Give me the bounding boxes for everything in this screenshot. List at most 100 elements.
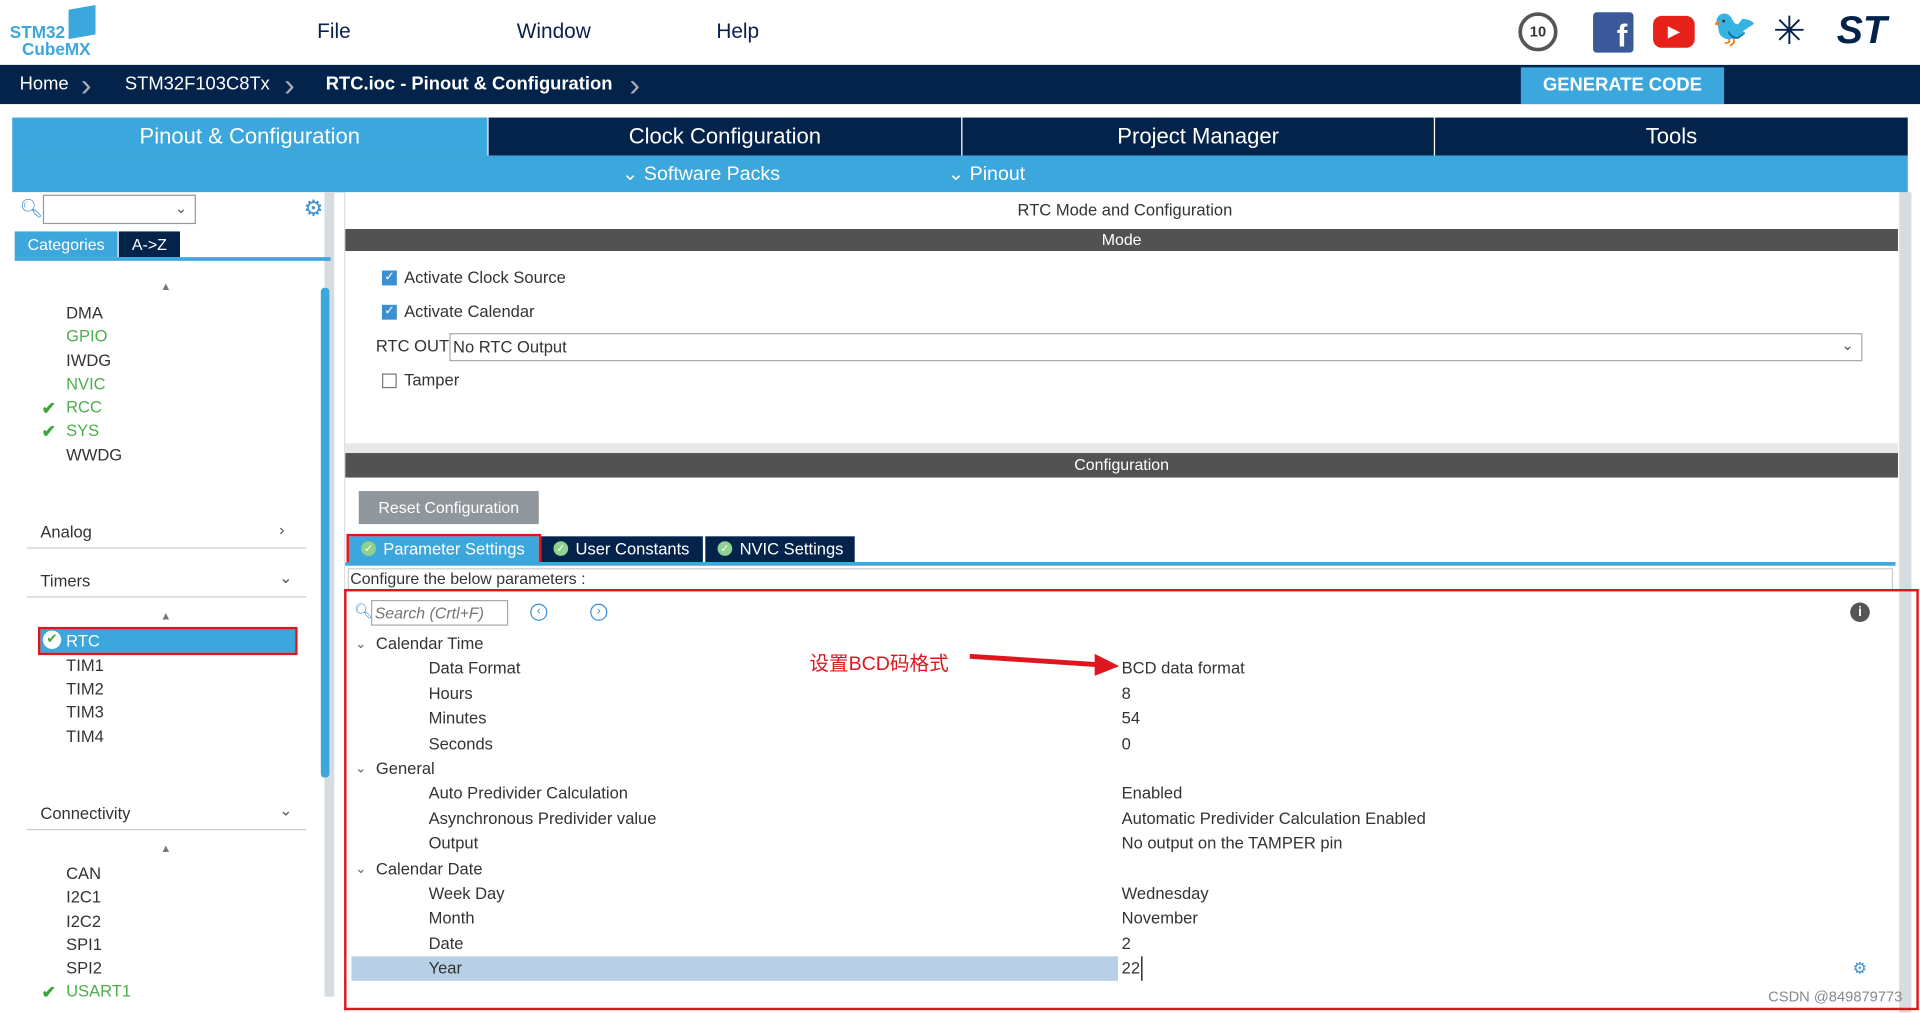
chevron-down-icon[interactable]: ⌄ — [279, 801, 292, 821]
pinout-menu[interactable]: ⌄ Pinout — [948, 162, 1025, 186]
param-row[interactable]: Asynchronous Predivider value Automatic P… — [351, 807, 1894, 831]
parameter-search-input[interactable] — [371, 600, 509, 626]
tab-parameter-settings[interactable]: ✓ Parameter Settings — [346, 533, 542, 565]
param-group[interactable]: ⌄ Calendar Date — [351, 857, 1894, 881]
activate-calendar-checkbox[interactable]: ✓ — [382, 304, 397, 320]
menu-file[interactable]: File — [317, 20, 351, 44]
chevron-down-icon[interactable]: ⌄ — [355, 632, 366, 656]
param-value[interactable]: 8 — [1122, 682, 1131, 706]
sidebar-item-rtc[interactable]: ✔ RTC — [37, 626, 298, 656]
sidebar-item-spi2[interactable]: SPI2 — [66, 959, 102, 977]
tab-a-z[interactable]: A->Z — [118, 231, 181, 258]
tab-tools[interactable]: Tools — [1433, 117, 1908, 156]
youtube-icon[interactable]: ▶ — [1653, 15, 1695, 48]
param-value[interactable]: 2 — [1122, 932, 1131, 956]
category-timers[interactable]: Timers — [40, 572, 90, 590]
activate-clock-source-checkbox[interactable]: ✓ — [382, 270, 397, 286]
breadcrumb-home[interactable]: Home — [20, 65, 69, 104]
stm32cubemx-logo: STM32 CubeMX — [10, 4, 98, 59]
param-row[interactable]: Minutes 54 — [351, 707, 1894, 731]
breadcrumb-device[interactable]: STM32F103C8Tx — [125, 65, 270, 104]
sidebar-item-tim3[interactable]: TIM3 — [66, 703, 104, 721]
sidebar-item-i2c1[interactable]: I2C1 — [66, 888, 101, 906]
category-connectivity[interactable]: Connectivity — [40, 804, 130, 822]
tamper-checkbox[interactable] — [382, 373, 397, 389]
param-value[interactable]: 0 — [1122, 732, 1131, 756]
tab-user-constants[interactable]: ✓ User Constants — [541, 536, 703, 563]
sidebar-item-tim1[interactable]: TIM1 — [66, 656, 104, 674]
param-row[interactable]: Auto Predivider Calculation Enabled — [351, 782, 1894, 806]
sidebar-item-tim4[interactable]: TIM4 — [66, 727, 104, 745]
settings-icon[interactable]: ⚙ — [1853, 959, 1867, 979]
tab-nvic-settings[interactable]: ✓ NVIC Settings — [705, 536, 855, 563]
sidebar-item-gpio[interactable]: GPIO — [66, 327, 107, 345]
sidebar-item-can[interactable]: CAN — [66, 864, 101, 882]
sidebar-item-wwdg[interactable]: WWDG — [66, 446, 122, 464]
breadcrumb-project[interactable]: RTC.ioc - Pinout & Configuration — [326, 65, 613, 104]
param-row[interactable]: Hours 8 — [351, 682, 1894, 706]
param-row[interactable]: Week Day Wednesday — [351, 882, 1894, 906]
param-value[interactable]: Wednesday — [1122, 882, 1209, 906]
param-row[interactable]: Seconds 0 — [351, 732, 1894, 756]
software-packs-menu[interactable]: ⌄ Software Packs — [622, 162, 780, 186]
reset-configuration-button[interactable]: Reset Configuration — [358, 491, 539, 525]
sidebar-item-usart1[interactable]: USART1 — [66, 982, 131, 997]
sidebar-item-tim2[interactable]: TIM2 — [66, 680, 104, 698]
chevron-down-icon[interactable]: ⌄ — [279, 568, 292, 588]
check-icon: ✔ — [42, 630, 62, 649]
param-name: Minutes — [428, 709, 487, 728]
chevron-down-icon: ⌄ — [175, 199, 188, 217]
tab-pinout-configuration[interactable]: Pinout & Configuration — [12, 117, 488, 156]
sidebar-item-i2c2[interactable]: I2C2 — [66, 912, 101, 930]
sidebar-item-rcc[interactable]: RCC — [66, 398, 102, 416]
param-value[interactable]: Automatic Predivider Calculation Enabled — [1122, 807, 1426, 831]
next-result-button[interactable]: › — [590, 603, 608, 621]
param-row[interactable]: Year 22 — [351, 956, 1895, 982]
sidebar-item-nvic[interactable]: NVIC — [66, 375, 106, 393]
param-value[interactable]: Enabled — [1122, 782, 1183, 806]
menu-window[interactable]: Window — [517, 20, 591, 44]
menu-help[interactable]: Help — [716, 20, 759, 44]
rtc-out-select[interactable]: No RTC Output ⌄ — [449, 333, 1863, 362]
sidebar-item-sys[interactable]: SYS — [66, 421, 99, 439]
sort-icon[interactable]: ▲ — [160, 280, 171, 292]
anniversary-badge-icon[interactable]: 10 — [1518, 12, 1558, 52]
sort-icon[interactable]: ▲ — [160, 610, 171, 622]
tamper-label: Tamper — [404, 371, 460, 390]
separator — [345, 443, 1898, 454]
sort-icon[interactable]: ▲ — [160, 842, 171, 854]
sidebar-item-iwdg[interactable]: IWDG — [66, 351, 111, 369]
network-icon[interactable]: ✳ — [1773, 7, 1806, 54]
param-name: Year — [428, 959, 462, 978]
tab-project-manager[interactable]: Project Manager — [961, 117, 1434, 156]
chevron-right-icon[interactable]: › — [279, 520, 284, 538]
chevron-down-icon[interactable]: ⌄ — [355, 757, 366, 781]
param-row[interactable]: Date 2 — [351, 932, 1894, 956]
chevron-down-icon[interactable]: ⌄ — [355, 857, 366, 881]
tab-categories[interactable]: Categories — [14, 231, 118, 258]
param-row[interactable]: Output No output on the TAMPER pin — [351, 832, 1894, 856]
gear-icon[interactable]: ⚙ — [304, 196, 324, 222]
sidebar-search-input[interactable]: ⌄ — [42, 194, 196, 225]
param-value[interactable]: 22 — [1122, 956, 1143, 982]
param-value[interactable]: November — [1122, 907, 1198, 931]
param-value[interactable]: No output on the TAMPER pin — [1122, 832, 1343, 856]
previous-result-button[interactable]: ‹ — [530, 603, 548, 621]
sidebar-scrollbar[interactable] — [320, 287, 330, 778]
param-row[interactable]: Month November — [351, 907, 1894, 931]
facebook-icon[interactable]: f — [1593, 12, 1634, 54]
sidebar-item-dma[interactable]: DMA — [66, 304, 103, 322]
annotation-arrow — [969, 653, 1120, 676]
param-value[interactable]: 54 — [1122, 707, 1140, 731]
twitter-icon[interactable]: 🐦 — [1712, 7, 1758, 50]
sidebar-item-spi1[interactable]: SPI1 — [66, 936, 102, 954]
tab-clock-configuration[interactable]: Clock Configuration — [487, 117, 962, 156]
param-value[interactable]: BCD data format — [1122, 657, 1245, 681]
category-analog[interactable]: Analog — [40, 523, 91, 541]
generate-code-button[interactable]: GENERATE CODE — [1520, 67, 1725, 105]
param-name: Output — [428, 834, 479, 853]
st-logo-icon[interactable]: ST — [1837, 7, 1887, 52]
cube-icon — [68, 4, 96, 40]
info-icon[interactable]: i — [1850, 602, 1870, 623]
param-group[interactable]: ⌄ General — [351, 757, 1894, 781]
